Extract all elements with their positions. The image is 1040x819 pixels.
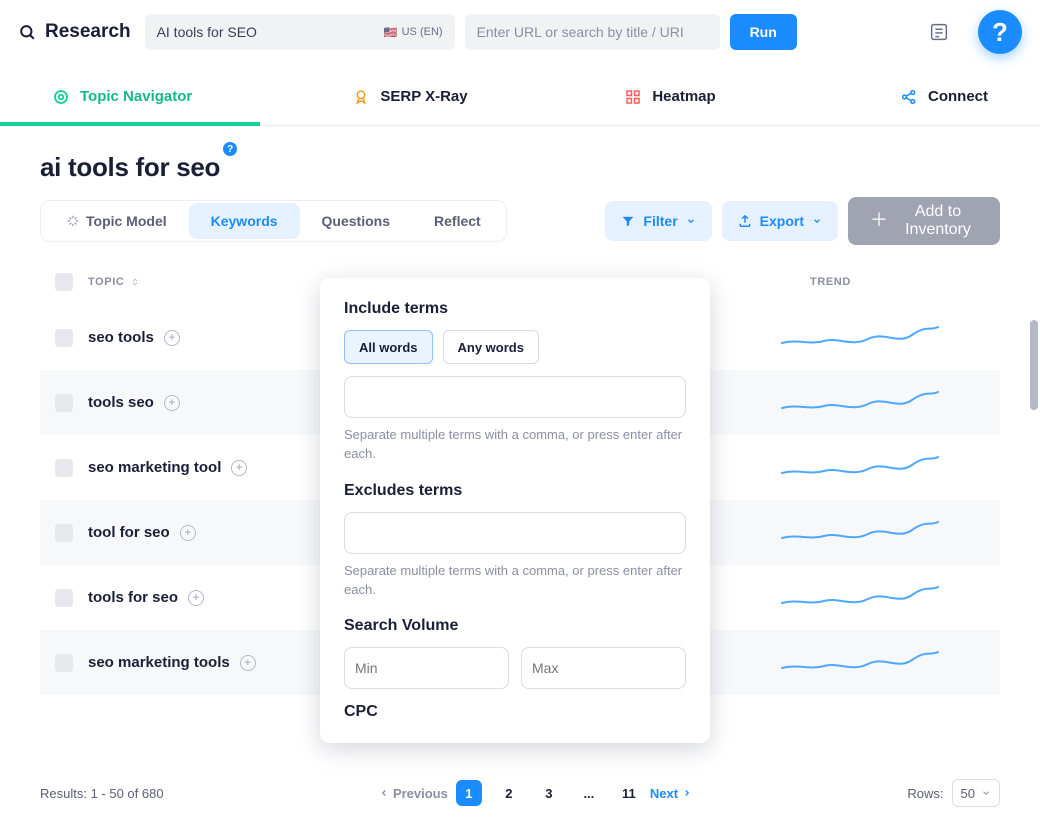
include-hint: Separate multiple terms with a comma, or…: [344, 426, 686, 464]
sort-icon: [130, 277, 140, 287]
rows-per-page: Rows: 50: [907, 779, 1000, 807]
page-number[interactable]: 2: [496, 780, 522, 806]
topic-search-value: AI tools for SEO: [157, 24, 257, 40]
topic-label: seo marketing tools: [88, 654, 230, 671]
export-button[interactable]: Export: [722, 201, 838, 241]
upload-icon: [738, 214, 752, 228]
tab-keywords[interactable]: Keywords: [189, 203, 300, 239]
flag-icon: 🇺🇸: [384, 26, 398, 39]
app-brand: Research: [18, 21, 131, 43]
grid-icon: [624, 88, 642, 106]
sparkle-icon: [66, 214, 80, 228]
include-terms-input[interactable]: [344, 376, 686, 418]
include-any-words-button[interactable]: Any words: [443, 330, 539, 364]
url-search-placeholder: Enter URL or search by title / URI: [477, 24, 684, 40]
row-checkbox[interactable]: [55, 654, 73, 672]
row-checkbox[interactable]: [55, 394, 73, 412]
cpc-title: CPC: [344, 703, 686, 721]
add-topic-icon[interactable]: +: [240, 655, 256, 671]
url-search-input[interactable]: Enter URL or search by title / URI: [465, 14, 720, 50]
trend-sparkline: [780, 386, 940, 420]
topic-label: seo marketing tool: [88, 459, 221, 476]
chevron-down-icon: [812, 216, 822, 226]
trend-sparkline: [780, 581, 940, 615]
page-number[interactable]: 3: [536, 780, 562, 806]
chevron-down-icon: [981, 788, 991, 798]
page-number[interactable]: 11: [616, 780, 642, 806]
pagination: Previous 123... 11 Next: [379, 780, 692, 806]
topic-label: tool for seo: [88, 524, 170, 541]
chevron-left-icon: [379, 788, 389, 798]
run-button[interactable]: Run: [730, 14, 797, 50]
row-checkbox[interactable]: [55, 589, 73, 607]
nav-connect[interactable]: Connect: [800, 68, 1000, 125]
rows-dropdown[interactable]: 50: [952, 779, 1000, 807]
nav-heatmap[interactable]: Heatmap: [540, 68, 800, 125]
title-info-badge[interactable]: ?: [223, 142, 237, 156]
filter-button[interactable]: Filter: [605, 201, 711, 241]
plus-icon: ＋: [870, 211, 888, 231]
add-topic-icon[interactable]: +: [180, 525, 196, 541]
column-trend[interactable]: TREND: [780, 276, 1000, 288]
locale-selector[interactable]: 🇺🇸 US (EN): [384, 26, 443, 39]
share-icon: [900, 88, 918, 106]
vertical-scrollbar[interactable]: [1030, 320, 1038, 410]
tab-reflect[interactable]: Reflect: [412, 203, 503, 239]
topic-label: seo tools: [88, 329, 154, 346]
add-topic-icon[interactable]: +: [231, 460, 247, 476]
news-icon[interactable]: [928, 21, 950, 43]
exclude-terms-input[interactable]: [344, 512, 686, 554]
help-button[interactable]: ?: [978, 10, 1022, 54]
add-topic-icon[interactable]: +: [164, 395, 180, 411]
page-number[interactable]: 1: [456, 780, 482, 806]
trend-sparkline: [780, 516, 940, 550]
brand-label: Research: [45, 21, 131, 43]
page-title: ai tools for seo: [40, 152, 220, 183]
target-icon: [52, 88, 70, 106]
tab-topic-model[interactable]: Topic Model: [44, 203, 189, 239]
topic-label: tools seo: [88, 394, 154, 411]
exclude-terms-title: Excludes terms: [344, 482, 686, 500]
add-to-inventory-button[interactable]: ＋ Add to Inventory: [848, 197, 1000, 245]
include-all-words-button[interactable]: All words: [344, 330, 433, 364]
funnel-icon: [621, 214, 635, 228]
chevron-right-icon: [682, 788, 692, 798]
row-checkbox[interactable]: [55, 459, 73, 477]
topic-label: tools for seo: [88, 589, 178, 606]
subview-tabs: Topic Model Keywords Questions Reflect: [40, 200, 507, 242]
page-next[interactable]: Next: [650, 786, 692, 801]
row-checkbox[interactable]: [55, 524, 73, 542]
tab-questions[interactable]: Questions: [300, 203, 412, 239]
nav-topic-navigator[interactable]: Topic Navigator: [40, 68, 280, 125]
include-terms-title: Include terms: [344, 300, 686, 318]
medal-icon: [352, 88, 370, 106]
page-ellipsis: ...: [576, 780, 602, 806]
nav-serp-xray[interactable]: SERP X-Ray: [280, 68, 540, 125]
page-previous[interactable]: Previous: [379, 786, 448, 801]
volume-max-input[interactable]: [521, 647, 686, 689]
topic-search-input[interactable]: AI tools for SEO 🇺🇸 US (EN): [145, 14, 455, 50]
filter-panel: Include terms All words Any words Separa…: [320, 278, 710, 743]
trend-sparkline: [780, 646, 940, 680]
select-all-checkbox[interactable]: [55, 273, 73, 291]
add-topic-icon[interactable]: +: [164, 330, 180, 346]
row-checkbox[interactable]: [55, 329, 73, 347]
trend-sparkline: [780, 321, 940, 355]
results-count: Results: 1 - 50 of 680: [40, 786, 164, 801]
search-icon: [18, 23, 37, 42]
question-icon: ?: [992, 17, 1008, 48]
search-volume-title: Search Volume: [344, 617, 686, 635]
chevron-down-icon: [686, 216, 696, 226]
add-topic-icon[interactable]: +: [188, 590, 204, 606]
trend-sparkline: [780, 451, 940, 485]
volume-min-input[interactable]: [344, 647, 509, 689]
exclude-hint: Separate multiple terms with a comma, or…: [344, 562, 686, 600]
